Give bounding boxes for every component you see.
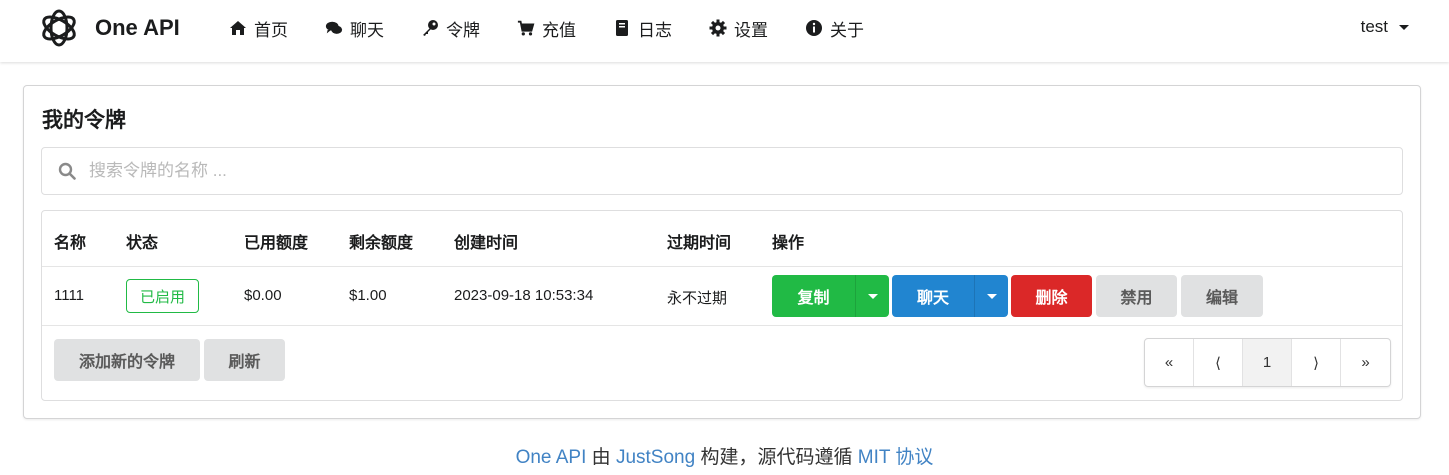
gear-icon — [709, 19, 727, 37]
chat-button[interactable]: 聊天 — [892, 275, 1008, 317]
chat-button-label: 聊天 — [916, 290, 949, 307]
footer-license-link[interactable]: MIT 协议 — [858, 447, 934, 468]
last-page-button[interactable]: » — [1341, 339, 1390, 386]
footer-author-link[interactable]: JustSong — [616, 447, 695, 468]
chevron-down-icon — [1399, 24, 1409, 30]
main-nav: 首页 聊天 令牌 充值 日志 设置 关于 — [229, 0, 901, 56]
tokens-table: 名称 状态 已用额度 剩余额度 创建时间 过期时间 操作 1111 已启用 $0… — [41, 210, 1403, 401]
nav-item-label: 设置 — [734, 20, 768, 40]
nav-item-home[interactable]: 首页 — [229, 16, 288, 41]
remaining-quota: $1.00 — [349, 287, 387, 304]
page-footer: One API 由 JustSong 构建，源代码遵循 MIT 协议 — [0, 442, 1449, 469]
used-quota: $0.00 — [244, 287, 282, 304]
tokens-card: 我的令牌 名称 状态 已用额度 剩余额度 创建时间 过期时间 操作 1111 已… — [23, 85, 1421, 419]
token-name: 1111 — [54, 287, 85, 304]
footer-text: 构建，源代码遵循 — [700, 447, 853, 468]
column-header-actions: 操作 — [772, 235, 805, 252]
column-header-used[interactable]: 已用额度 — [244, 229, 308, 253]
brand[interactable]: One API — [37, 6, 180, 50]
edit-button-label: 编辑 — [1205, 290, 1238, 307]
chat-dropdown-chevron-icon[interactable] — [974, 275, 1008, 317]
copy-button-label: 复制 — [797, 290, 830, 307]
table-footer: 添加新的令牌 刷新 « ⟨ 1 ⟩ » — [42, 327, 1402, 401]
delete-button-label: 删除 — [1035, 290, 1068, 307]
top-navbar: One API 首页 聊天 令牌 充值 日志 设置 关于 test — [0, 0, 1449, 62]
prev-page-button[interactable]: ⟨ — [1194, 339, 1243, 386]
refresh-button[interactable]: 刷新 — [204, 339, 285, 381]
nav-item-label: 令牌 — [446, 20, 480, 40]
next-page-button[interactable]: ⟩ — [1292, 339, 1341, 386]
nav-item-label: 日志 — [638, 20, 672, 40]
status-badge: 已启用 — [126, 279, 199, 313]
column-header-created[interactable]: 创建时间 — [454, 229, 518, 253]
footer-app-link[interactable]: One API — [516, 447, 587, 468]
table-row: 1111 已启用 $0.00 $1.00 2023-09-18 10:53:34… — [42, 267, 1402, 326]
cart-icon — [517, 19, 535, 37]
created-time: 2023-09-18 10:53:34 — [454, 287, 594, 304]
nav-item-chat[interactable]: 聊天 — [325, 16, 384, 41]
copy-dropdown-chevron-icon[interactable] — [855, 275, 889, 317]
user-menu[interactable]: test — [1361, 17, 1409, 37]
footer-by-text: 由 — [591, 447, 611, 468]
nav-item-label: 首页 — [254, 20, 288, 40]
nav-item-settings[interactable]: 设置 — [709, 16, 768, 41]
nav-item-tokens[interactable]: 令牌 — [421, 16, 480, 41]
nav-item-topup[interactable]: 充值 — [517, 16, 576, 41]
nav-item-about[interactable]: 关于 — [805, 16, 864, 41]
search-icon — [58, 162, 76, 180]
column-header-status[interactable]: 状态 — [126, 229, 158, 253]
copy-button[interactable]: 复制 — [772, 275, 889, 317]
add-token-button[interactable]: 添加新的令牌 — [54, 339, 200, 381]
disable-button-label: 禁用 — [1120, 290, 1153, 307]
username: test — [1360, 17, 1388, 36]
page-button-current[interactable]: 1 — [1243, 339, 1292, 386]
nav-item-label: 聊天 — [350, 20, 384, 40]
chat-icon — [325, 19, 343, 37]
home-icon — [229, 19, 247, 37]
column-header-name[interactable]: 名称 — [54, 229, 86, 253]
nav-item-logs[interactable]: 日志 — [613, 16, 672, 41]
openai-logo-icon — [42, 9, 76, 47]
column-header-remaining[interactable]: 剩余额度 — [349, 229, 413, 253]
edit-button[interactable]: 编辑 — [1181, 275, 1263, 317]
delete-button[interactable]: 删除 — [1011, 275, 1092, 317]
book-icon — [613, 19, 631, 37]
app-name: One API — [95, 15, 180, 40]
pagination: « ⟨ 1 ⟩ » — [1144, 338, 1391, 387]
search-input[interactable] — [42, 148, 1402, 194]
table-header: 名称 状态 已用额度 剩余额度 创建时间 过期时间 操作 — [42, 211, 1402, 267]
page-title: 我的令牌 — [42, 109, 126, 132]
disable-button[interactable]: 禁用 — [1096, 275, 1177, 317]
expire-time: 永不过期 — [667, 290, 728, 307]
info-icon — [805, 19, 823, 37]
search-box — [41, 147, 1403, 195]
nav-item-label: 充值 — [542, 20, 576, 40]
key-icon — [421, 19, 439, 37]
column-header-expires[interactable]: 过期时间 — [667, 229, 731, 253]
first-page-button[interactable]: « — [1145, 339, 1194, 386]
nav-item-label: 关于 — [830, 20, 864, 40]
